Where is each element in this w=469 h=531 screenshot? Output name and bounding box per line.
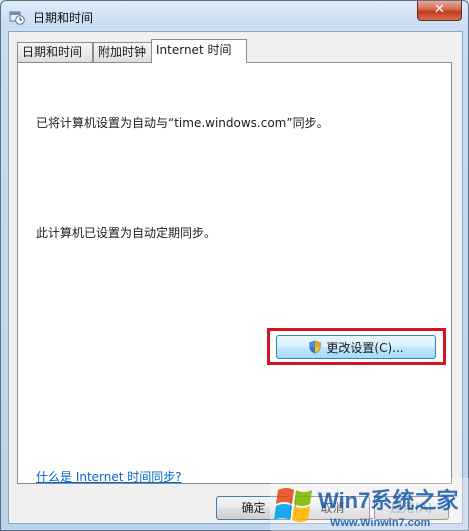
title-bar[interactable]: 日期和时间 ✕	[1, 1, 468, 31]
dialog-client-area: 日期和时间 附加时钟 Internet 时间 已将计算机设置为自动与“time.…	[8, 31, 463, 524]
uac-shield-icon	[309, 340, 322, 354]
tab-internet-time[interactable]: Internet 时间	[151, 39, 247, 63]
change-settings-label: 更改设置(C)...	[326, 340, 404, 355]
tab-date-time[interactable]: 日期和时间	[17, 42, 93, 62]
clock-app-icon	[9, 11, 25, 25]
window-title: 日期和时间	[33, 11, 94, 25]
watermark-brand: Win7系统之家	[318, 488, 459, 513]
internet-time-help-link[interactable]: 什么是 Internet 时间同步?	[36, 468, 182, 485]
win7-watermark-logo: Win7系统之家 Www.Winwin7.com	[270, 478, 469, 531]
date-time-dialog: 日期和时间 ✕ 日期和时间 附加时钟 Internet 时间 已将计算机设置为自…	[0, 0, 469, 531]
change-settings-button[interactable]: 更改设置(C)...	[276, 335, 436, 359]
watermark-url: Www.Winwin7.com	[330, 517, 431, 529]
sync-server-text: 已将计算机设置为自动与“time.windows.com”同步。	[36, 116, 329, 130]
tab-additional-clocks[interactable]: 附加时钟	[93, 42, 157, 62]
close-button[interactable]: ✕	[417, 1, 462, 21]
internet-time-panel: 已将计算机设置为自动与“time.windows.com”同步。 此计算机已设置…	[17, 62, 452, 484]
sync-status-text: 此计算机已设置为自动定期同步。	[36, 226, 217, 240]
